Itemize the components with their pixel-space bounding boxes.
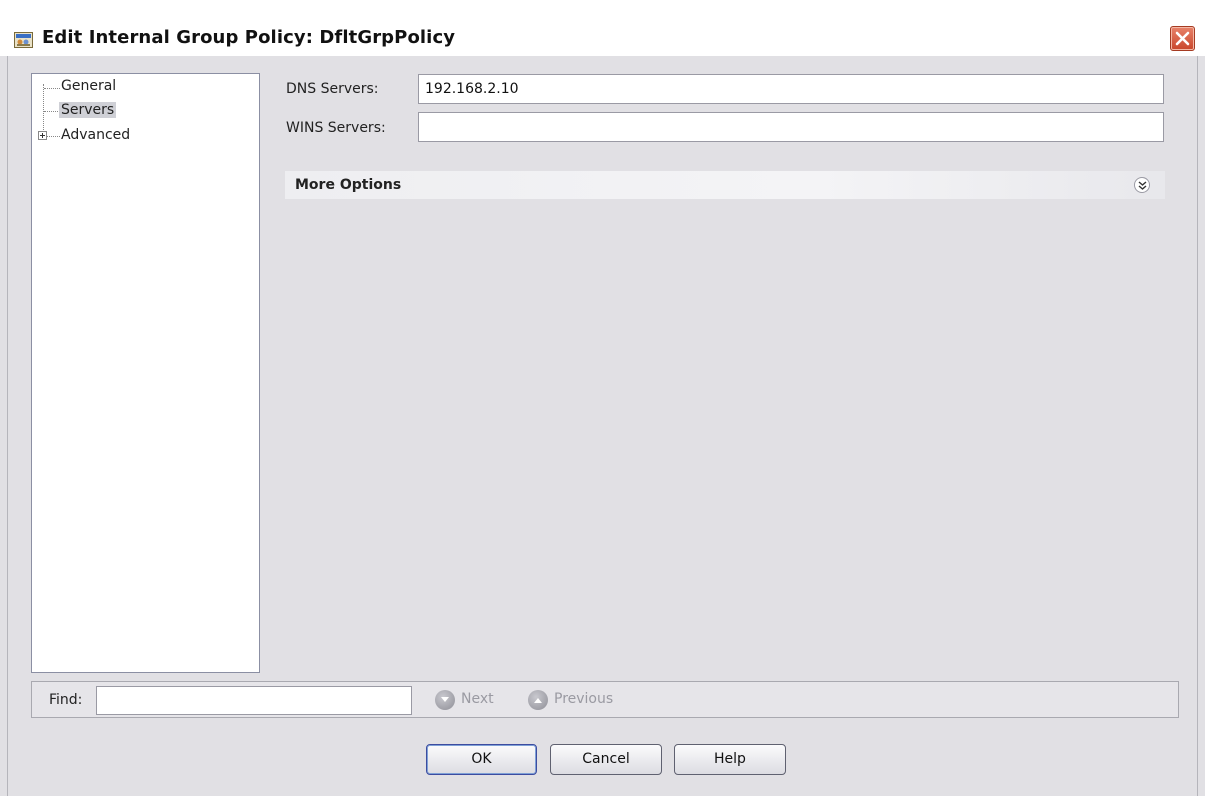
tree-item-general[interactable]: General — [61, 78, 116, 94]
ok-button[interactable]: OK — [426, 744, 537, 775]
help-button[interactable]: Help — [674, 744, 786, 775]
tree-connector — [44, 111, 60, 112]
previous-label: Previous — [554, 691, 614, 707]
tree-connector — [43, 84, 44, 132]
close-button[interactable] — [1170, 26, 1195, 51]
window-title: Edit Internal Group Policy: DfltGrpPolic… — [42, 27, 456, 48]
cancel-button[interactable]: Cancel — [550, 744, 662, 775]
find-bar: Find: Next Previous — [31, 681, 1179, 718]
double-chevron-down-icon[interactable] — [1134, 177, 1150, 193]
next-label: Next — [461, 691, 494, 707]
more-options-header[interactable]: More Options — [285, 171, 1165, 199]
tree-connector — [44, 88, 60, 89]
find-input[interactable] — [96, 686, 412, 715]
more-options-label: More Options — [295, 177, 402, 193]
previous-button[interactable]: Previous — [528, 689, 628, 711]
tree-item-advanced[interactable]: Advanced — [61, 127, 130, 143]
navigation-tree: General Servers Advanced — [31, 73, 260, 673]
tree-item-label: Servers — [59, 102, 117, 118]
group-policy-icon — [14, 31, 34, 49]
wins-servers-label: WINS Servers: — [286, 120, 386, 136]
tree-item-label: General — [61, 78, 117, 94]
tree-item-label: Advanced — [61, 127, 131, 143]
dns-servers-input[interactable] — [418, 74, 1164, 104]
arrow-down-icon — [435, 690, 455, 710]
tree-item-servers[interactable]: Servers — [59, 102, 117, 118]
wins-servers-input[interactable] — [418, 112, 1164, 142]
dialog-window: Edit Internal Group Policy: DfltGrpPolic… — [0, 0, 1205, 796]
close-icon — [1175, 31, 1190, 46]
title-bar: Edit Internal Group Policy: DfltGrpPolic… — [0, 0, 1205, 56]
dns-servers-label: DNS Servers: — [286, 81, 379, 97]
expand-icon[interactable] — [38, 131, 47, 140]
arrow-up-icon — [528, 690, 548, 710]
next-button[interactable]: Next — [435, 689, 505, 711]
find-label: Find: — [49, 692, 83, 708]
